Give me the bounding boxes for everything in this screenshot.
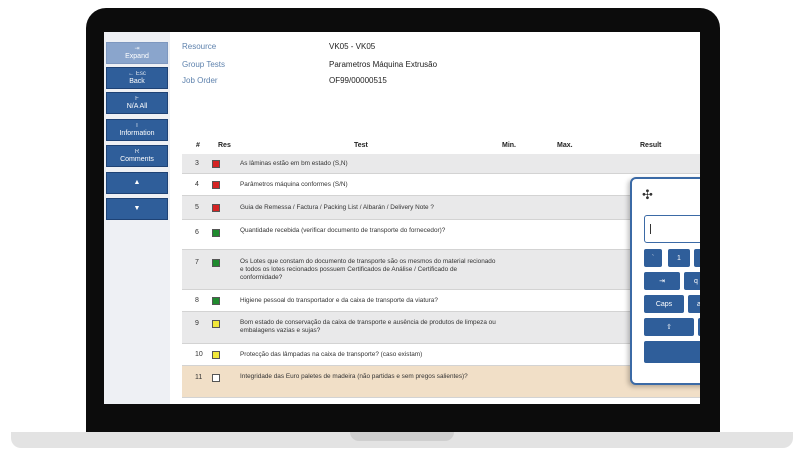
key-space[interactable] (644, 341, 700, 363)
status-square[interactable] (212, 229, 220, 237)
key-shift[interactable]: ⇧ (644, 318, 694, 336)
na-all-hotkey: F (135, 95, 139, 102)
comments-button[interactable]: R Comments (106, 145, 168, 167)
key-z[interactable] (698, 318, 700, 336)
key-backtick[interactable]: ` (644, 249, 662, 267)
status-square[interactable] (212, 351, 220, 359)
comments-hotkey: R (134, 148, 140, 155)
status-square[interactable] (212, 297, 220, 305)
key-1[interactable]: 1 (668, 249, 690, 267)
col-max: Max. (557, 142, 573, 149)
expand-button[interactable]: ⇥ Expand (106, 42, 168, 64)
table-row[interactable]: 8 Higiene pessoal do transportador e da … (182, 290, 700, 312)
status-square[interactable] (212, 259, 220, 267)
laptop-notch (350, 432, 454, 441)
app-screen: ⇥ Expand ← Esc Back F N/A All I Informat… (104, 32, 700, 404)
col-number: # (196, 142, 200, 149)
test-description: Bom estado de conservação da caixa de tr… (240, 319, 496, 334)
text-caret (650, 224, 651, 234)
scroll-down-button[interactable]: ▼ (106, 198, 168, 220)
chevron-down-icon: ▼ (133, 205, 141, 212)
expand-label: Expand (125, 52, 149, 60)
table-row[interactable]: 5 Guia de Remessa / Factura / Packing Li… (182, 196, 700, 220)
table-row[interactable] (182, 398, 700, 404)
group-tests-value: Parametros Máquina Extrusão (329, 60, 438, 69)
test-description: As lâminas estão em bm estado (S,N) (240, 160, 348, 167)
resource-value: VK05 - VK05 (329, 42, 376, 51)
row-number: 9 (195, 320, 199, 327)
table-row[interactable]: 6 Quantidade recebida (verificar documen… (182, 220, 700, 250)
information-button[interactable]: I Information (106, 119, 168, 141)
table-header: # Res Test Min. Max. Result (182, 138, 700, 154)
test-description: Parâmetros máquina conformes (S/N) (240, 181, 348, 188)
key-2[interactable] (694, 249, 700, 267)
table-row[interactable]: 7 Os Lotes que constam do documento de t… (182, 250, 700, 290)
test-description: Os Lotes que constam do documento de tra… (240, 258, 496, 281)
key-caps[interactable]: Caps (644, 295, 684, 313)
scroll-up-button[interactable]: ▲ (106, 172, 168, 194)
key-a[interactable]: a (688, 295, 700, 313)
job-order-label: Job Order (182, 76, 218, 85)
comments-label: Comments (120, 155, 154, 163)
table-row[interactable]: 10 Protecção das lâmpadas na caixa de tr… (182, 344, 700, 366)
key-tab[interactable]: ⇥ (644, 272, 680, 290)
status-square[interactable] (212, 204, 220, 212)
information-label: Information (119, 129, 155, 137)
table-row[interactable]: 9 Bom estado de conservação da caixa de … (182, 312, 700, 344)
row-number: 6 (195, 229, 199, 236)
row-number: 10 (195, 351, 203, 358)
status-square[interactable] (212, 160, 220, 168)
group-tests-label: Group Tests (182, 60, 225, 69)
keyboard-input[interactable] (644, 215, 700, 243)
row-number: 5 (195, 204, 199, 211)
row-number: 7 (195, 259, 199, 266)
information-hotkey: I (136, 122, 138, 129)
col-result: Result (640, 142, 662, 149)
move-icon[interactable]: ✣ (642, 187, 653, 203)
row-number: 11 (195, 374, 203, 381)
row-number: 8 (195, 297, 199, 304)
back-arrow-icon: ← Esc (128, 70, 146, 77)
na-all-button[interactable]: F N/A All (106, 92, 168, 114)
status-square[interactable] (212, 320, 220, 328)
test-description: Higiene pessoal do transportador e da ca… (240, 297, 438, 304)
key-q[interactable]: q (684, 272, 700, 290)
status-square[interactable] (212, 374, 220, 382)
test-description: Quantidade recebida (verificar documento… (240, 227, 446, 234)
chevron-up-icon: ▲ (133, 179, 141, 186)
status-square[interactable] (212, 181, 220, 189)
col-min: Min. (502, 142, 516, 149)
sidebar: ⇥ Expand ← Esc Back F N/A All I Informat… (104, 32, 170, 404)
test-description: Guia de Remessa / Factura / Packing List… (240, 204, 434, 211)
back-label: Back (129, 77, 145, 85)
table-row[interactable]: 11 Integridade das Euro paletes de madei… (182, 366, 700, 398)
test-description: Integridade das Euro paletes de madeira … (240, 373, 468, 380)
na-all-label: N/A All (126, 102, 148, 110)
expand-icon: ⇥ (134, 45, 140, 52)
test-description: Protecção das lâmpadas na caixa de trans… (240, 351, 423, 358)
job-order-value: OF99/00000515 (329, 76, 387, 85)
row-number: 3 (195, 160, 199, 167)
table-row[interactable]: 4 Parâmetros máquina conformes (S/N) (182, 174, 700, 196)
back-button[interactable]: ← Esc Back (106, 67, 168, 89)
onscreen-keyboard: ✣ ` 1 ⇥ q Caps a ⇧ (630, 177, 700, 385)
table-row[interactable]: 3 As lâminas estão em bm estado (S,N) (182, 154, 700, 174)
col-res: Res (218, 142, 231, 149)
row-number: 4 (195, 181, 199, 188)
resource-label: Resource (182, 42, 217, 51)
col-test: Test (354, 142, 368, 149)
